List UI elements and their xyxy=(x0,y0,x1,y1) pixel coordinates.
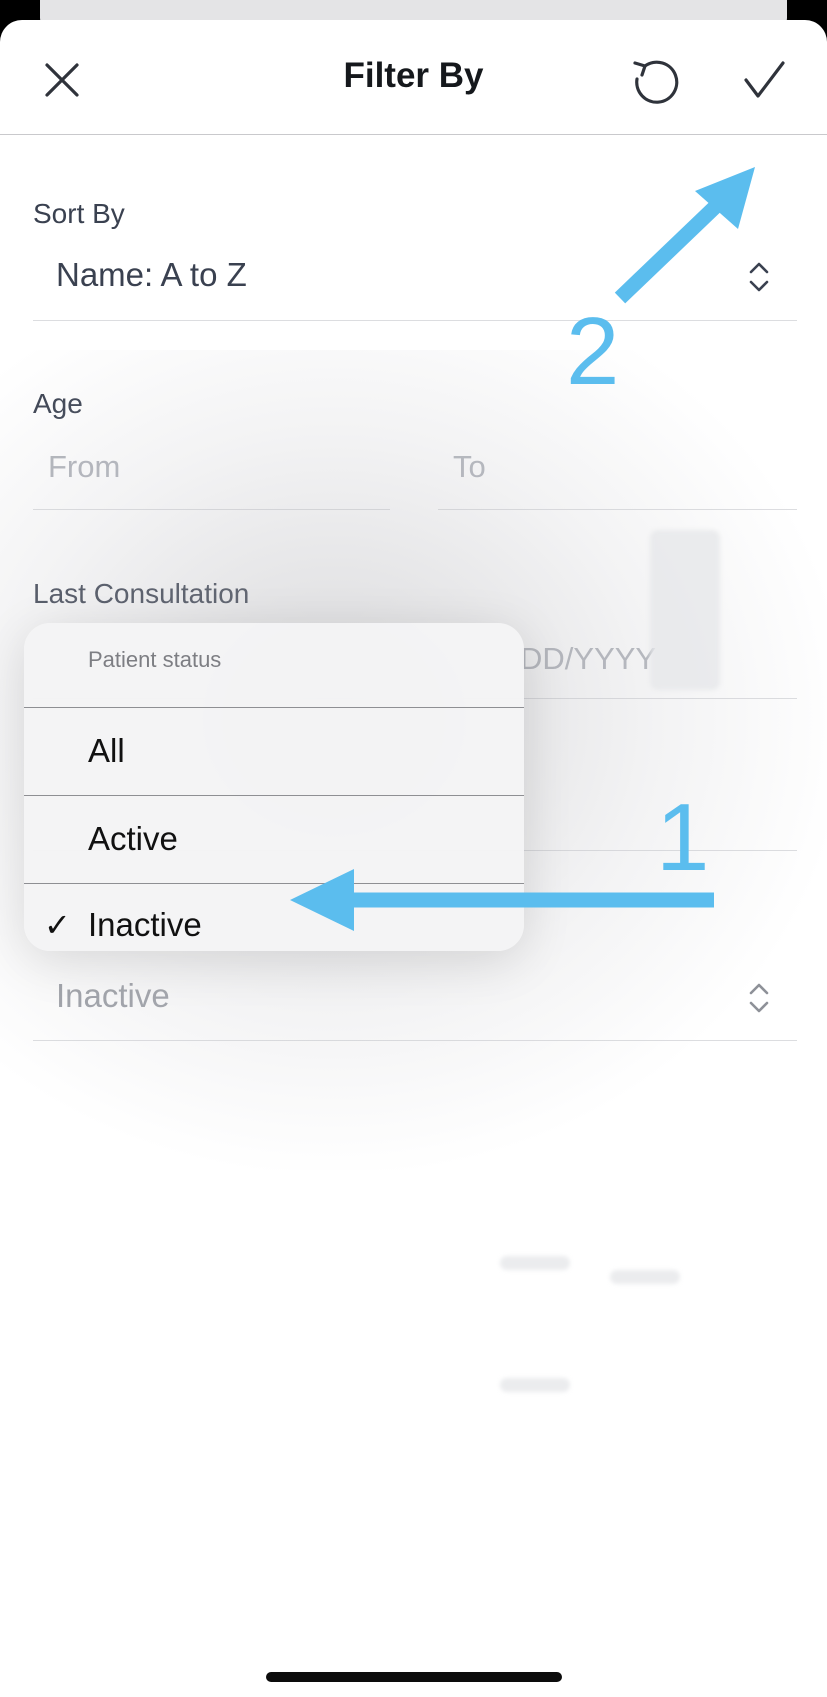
age-label: Age xyxy=(33,388,83,419)
menu-item-label: Inactive xyxy=(88,906,202,943)
age-from-divider xyxy=(33,509,390,510)
menu-item-all[interactable]: All xyxy=(24,708,524,795)
menu-title: Patient status xyxy=(88,647,222,672)
blurred-artifact xyxy=(610,1270,680,1284)
sheet-header: Filter By xyxy=(0,20,827,135)
annotation-step-1: 1 xyxy=(656,784,710,891)
menu-item-label: All xyxy=(88,732,125,769)
patient-status-value[interactable]: Inactive xyxy=(56,977,170,1015)
menu-item-inactive[interactable]: ✓ Inactive xyxy=(24,884,524,951)
reset-icon xyxy=(633,60,679,104)
age-from-input[interactable]: From xyxy=(48,449,120,485)
annotation-step-2: 2 xyxy=(566,298,620,405)
sort-by-label: Sort By xyxy=(33,198,125,229)
patient-status-chevron-icon[interactable] xyxy=(747,981,771,1015)
page-title: Filter By xyxy=(343,56,484,95)
sort-by-divider xyxy=(33,320,797,321)
blurred-artifact xyxy=(500,1256,570,1270)
menu-item-active[interactable]: Active xyxy=(24,796,524,883)
checkmark-icon: ✓ xyxy=(44,907,71,943)
checkmark-icon xyxy=(744,61,785,98)
patient-status-menu: Patient status All Active ✓ Inactive xyxy=(24,623,524,951)
sort-by-value[interactable]: Name: A to Z xyxy=(56,256,247,294)
apply-button[interactable] xyxy=(736,52,792,108)
reset-button[interactable] xyxy=(626,52,682,108)
patient-status-divider xyxy=(33,1040,797,1041)
filter-sheet: Filter By Sort By Name: A to Z Age From … xyxy=(0,20,827,1697)
menu-item-label: Active xyxy=(88,820,178,857)
blurred-artifact xyxy=(500,1378,570,1392)
age-to-divider xyxy=(438,509,797,510)
arrow-2-shaft xyxy=(614,201,721,304)
last-consultation-date-input[interactable]: DD/YYYY xyxy=(520,641,656,677)
last-consultation-label: Last Consultation xyxy=(33,578,250,609)
age-to-input[interactable]: To xyxy=(453,449,486,485)
home-indicator[interactable] xyxy=(266,1672,562,1682)
chevron-updown-icon[interactable] xyxy=(747,260,771,294)
blurred-artifact xyxy=(650,530,720,690)
arrow-2-head xyxy=(695,167,755,229)
